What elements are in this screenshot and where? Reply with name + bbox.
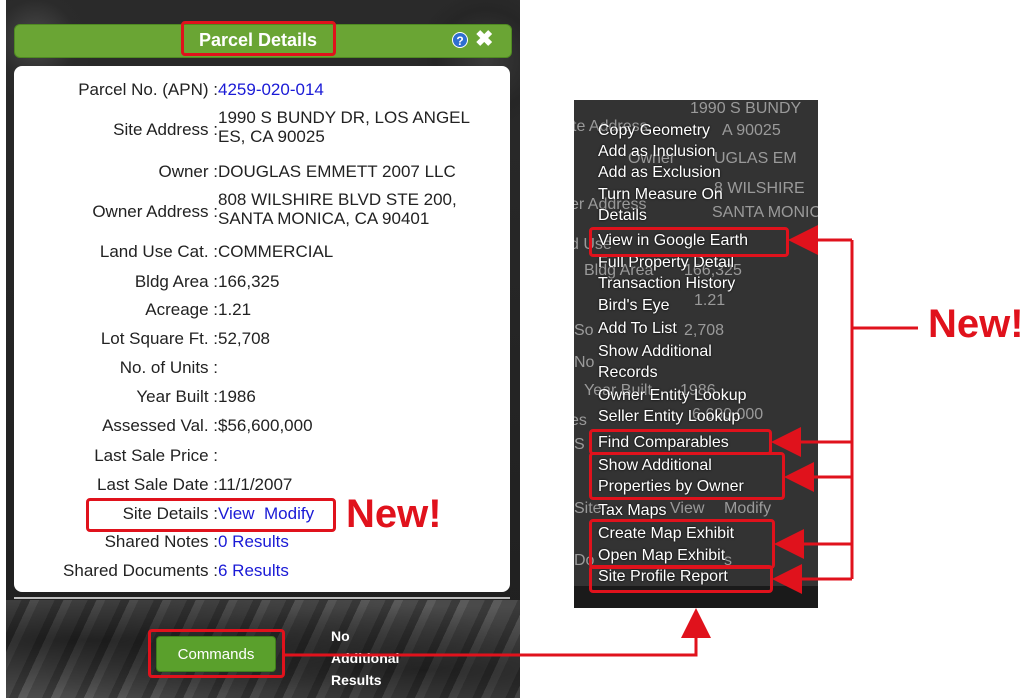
annotation-arrows: [285, 225, 918, 657]
arrow-commands-to-menu: [285, 608, 711, 657]
